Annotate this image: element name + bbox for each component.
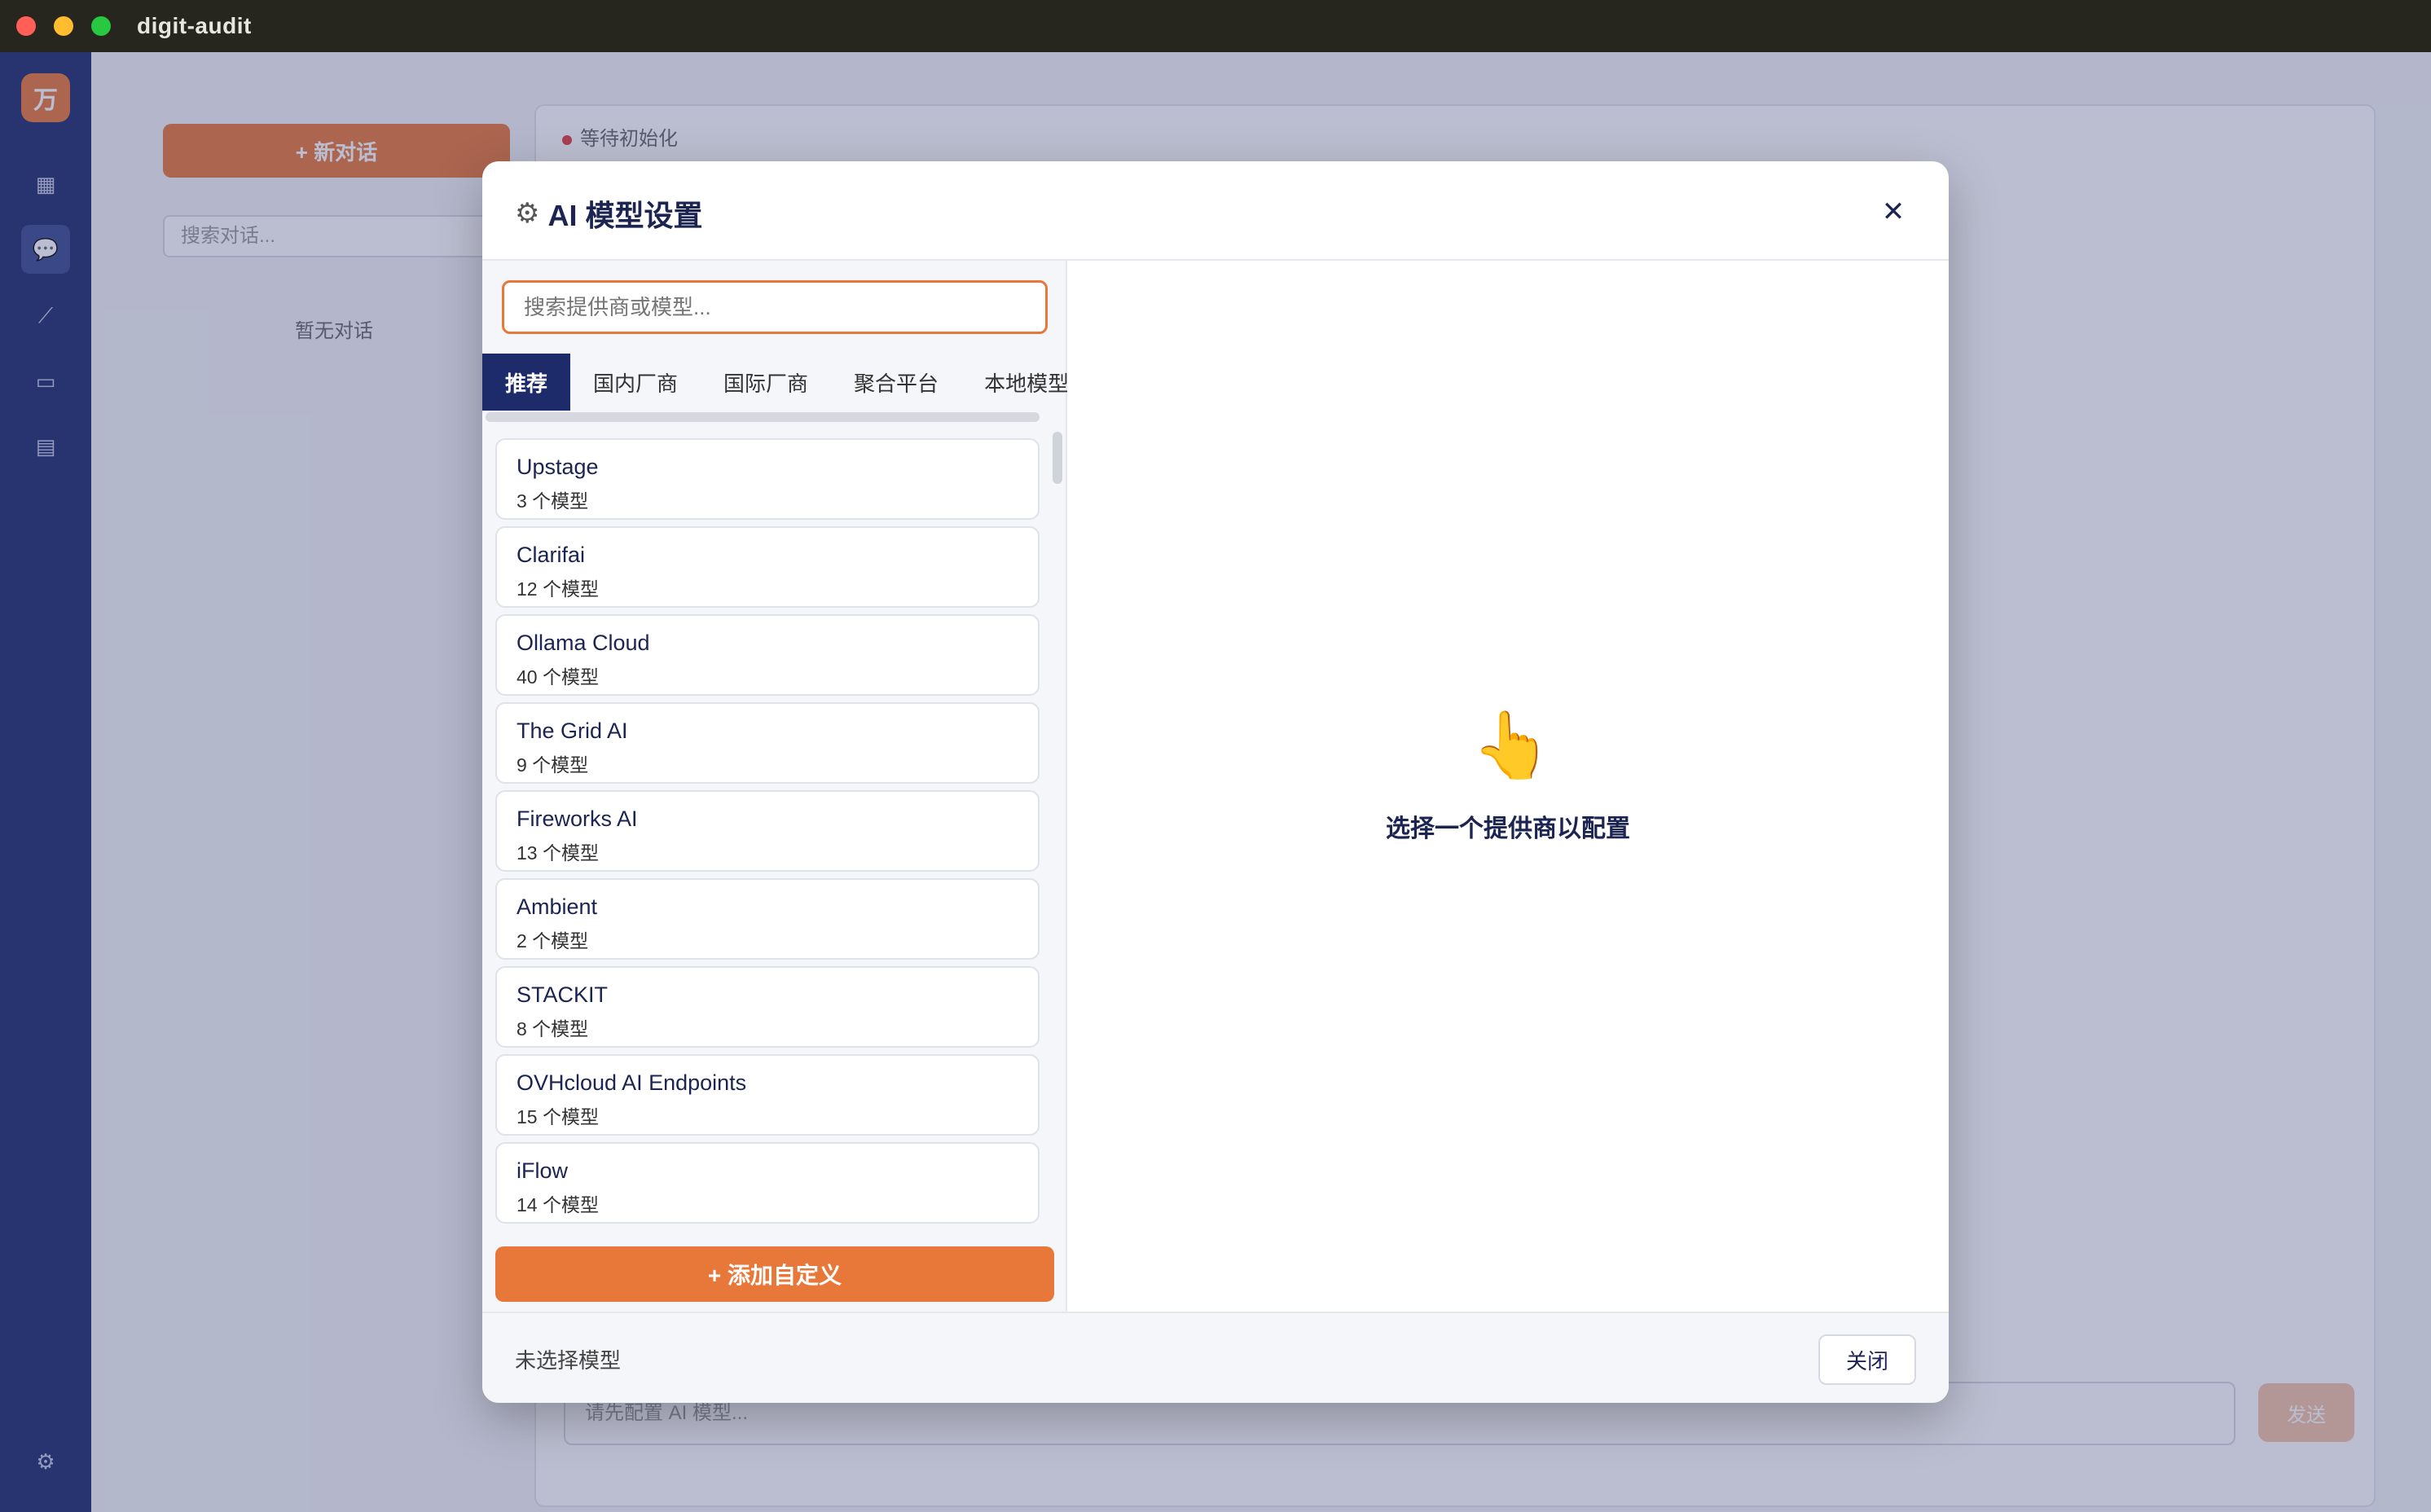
zoom-window-button[interactable] — [91, 16, 111, 36]
tab-domestic[interactable]: 国内厂商 — [570, 354, 701, 411]
title-bar: digit-audit — [0, 0, 2431, 52]
provider-model-count: 40 个模型 — [517, 666, 599, 688]
tab-international[interactable]: 国际厂商 — [701, 354, 831, 411]
provider-item[interactable]: Fireworks AI 13 个模型 — [495, 790, 1040, 872]
provider-name: Fireworks AI — [517, 807, 638, 831]
provider-model-count: 14 个模型 — [517, 1194, 599, 1215]
modal-header: ⚙ AI 模型设置 ✕ — [482, 161, 1949, 261]
provider-model-count: 12 个模型 — [517, 578, 599, 600]
provider-model-count: 8 个模型 — [517, 1018, 589, 1040]
provider-model-count: 13 个模型 — [517, 842, 599, 864]
provider-model-count: 2 个模型 — [517, 930, 589, 952]
provider-name: Clarifai — [517, 543, 586, 567]
close-icon[interactable]: ✕ — [1875, 194, 1911, 230]
selected-model-status: 未选择模型 — [515, 1348, 622, 1373]
modal-title: ⚙ AI 模型设置 — [515, 192, 703, 235]
window-title: digit-audit — [137, 13, 252, 38]
ai-model-settings-dialog: ⚙ AI 模型设置 ✕ 推荐 国内厂商 国际厂商 聚合平台 本地模型 Upsta… — [482, 161, 1949, 1403]
provider-item[interactable]: iFlow 14 个模型 — [495, 1142, 1040, 1224]
provider-list-scrollbar[interactable] — [1053, 432, 1062, 484]
add-custom-provider-button[interactable]: + 添加自定义 — [495, 1246, 1054, 1302]
provider-list: Upstage 3 个模型 Clarifai 12 个模型 Ollama Clo… — [482, 425, 1067, 1232]
empty-selection-hint: 选择一个提供商以配置 — [1386, 815, 1630, 842]
provider-model-count: 15 个模型 — [517, 1106, 599, 1127]
provider-name: iFlow — [517, 1158, 569, 1183]
provider-search-input[interactable] — [502, 280, 1048, 334]
provider-item[interactable]: The Grid AI 9 个模型 — [495, 702, 1040, 784]
provider-name: OVHcloud AI Endpoints — [517, 1070, 747, 1095]
category-tabs: 推荐 国内厂商 国际厂商 聚合平台 本地模型 — [482, 354, 1067, 411]
provider-item[interactable]: Upstage 3 个模型 — [495, 438, 1040, 520]
tab-local[interactable]: 本地模型 — [961, 354, 1067, 411]
provider-name: STACKIT — [517, 982, 609, 1007]
provider-item[interactable]: Ambient 2 个模型 — [495, 878, 1040, 960]
provider-name: Ambient — [517, 894, 598, 919]
tabs-scrollbar[interactable] — [486, 412, 1040, 422]
provider-name: The Grid AI — [517, 719, 628, 743]
provider-config-pane: 👆 选择一个提供商以配置 — [1067, 261, 1949, 1312]
gear-icon: ⚙ — [515, 198, 540, 229]
close-button[interactable]: 关闭 — [1818, 1334, 1916, 1385]
modal-title-text: AI 模型设置 — [547, 199, 703, 232]
pointing-hand-icon: 👆 — [1471, 709, 1553, 781]
provider-item[interactable]: Clarifai 12 个模型 — [495, 526, 1040, 608]
tab-aggregator[interactable]: 聚合平台 — [831, 354, 961, 411]
provider-model-count: 9 个模型 — [517, 754, 589, 776]
provider-item[interactable]: Ollama Cloud 40 个模型 — [495, 614, 1040, 696]
tab-recommended[interactable]: 推荐 — [482, 354, 571, 411]
close-window-button[interactable] — [16, 16, 36, 36]
modal-footer: 未选择模型 关闭 — [482, 1312, 1949, 1403]
provider-name: Ollama Cloud — [517, 631, 650, 655]
provider-item[interactable]: OVHcloud AI Endpoints 15 个模型 — [495, 1054, 1040, 1136]
provider-item[interactable]: STACKIT 8 个模型 — [495, 966, 1040, 1048]
provider-name: Upstage — [517, 455, 599, 479]
provider-model-count: 3 个模型 — [517, 490, 589, 512]
minimize-window-button[interactable] — [54, 16, 73, 36]
provider-pane: 推荐 国内厂商 国际厂商 聚合平台 本地模型 Upstage 3 个模型 Cla… — [482, 261, 1067, 1312]
